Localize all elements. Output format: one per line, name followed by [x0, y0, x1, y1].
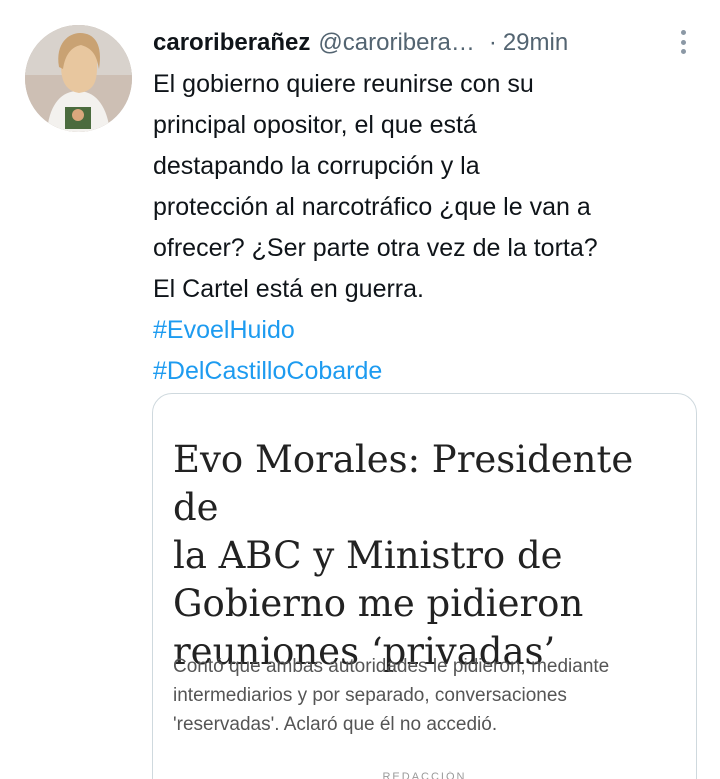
tweet-text-line: El Cartel está en guerra.: [153, 275, 424, 303]
card-title-line: la ABC y Ministro de: [173, 534, 563, 577]
tweet-text-line: destapando la corrupción y la: [153, 152, 480, 180]
tweet-text-line: El gobierno quiere reunirse con su: [153, 70, 534, 98]
tweet[interactable]: caroriberañez @caroribera… · 29min El go…: [0, 0, 720, 779]
separator-dot: ·: [488, 29, 497, 56]
tweet-text-line: protección al narcotráfico ¿que le van a: [153, 193, 591, 221]
card-description-line: 'reservadas'. Aclaró que él no accedió.: [173, 714, 498, 735]
card-byline: REDACCIÓN: [382, 771, 467, 779]
card-description: Contó que ambas autoridades le pidieron,…: [173, 652, 673, 739]
hashtag-link[interactable]: #EvoelHuido: [153, 310, 693, 351]
timestamp[interactable]: 29min: [503, 29, 568, 57]
card-title: Evo Morales: Presidente de la ABC y Mini…: [173, 436, 683, 676]
display-name[interactable]: caroriberañez: [153, 29, 310, 57]
user-handle[interactable]: @caroribera…: [318, 29, 474, 57]
hashtag-link[interactable]: #DelCastilloCobarde: [153, 351, 693, 392]
card-title-line: Evo Morales: Presidente de: [173, 438, 634, 529]
tweet-text-line: ofrecer? ¿Ser parte otra vez de la torta…: [153, 234, 598, 262]
tweet-text-line: principal opositor, el que está: [153, 111, 477, 139]
more-options-icon[interactable]: [676, 28, 690, 56]
card-description-line: intermediarios y por separado, conversac…: [173, 685, 567, 706]
tweet-text: El gobierno quiere reunirse con su princ…: [153, 64, 693, 392]
avatar[interactable]: [25, 25, 132, 132]
card-description-line: Contó que ambas autoridades le pidieron,…: [173, 656, 610, 677]
tweet-header: caroriberañez @caroribera… · 29min: [153, 26, 690, 60]
link-preview-card[interactable]: Evo Morales: Presidente de la ABC y Mini…: [152, 393, 697, 779]
card-title-line: Gobierno me pidieron: [173, 582, 584, 625]
